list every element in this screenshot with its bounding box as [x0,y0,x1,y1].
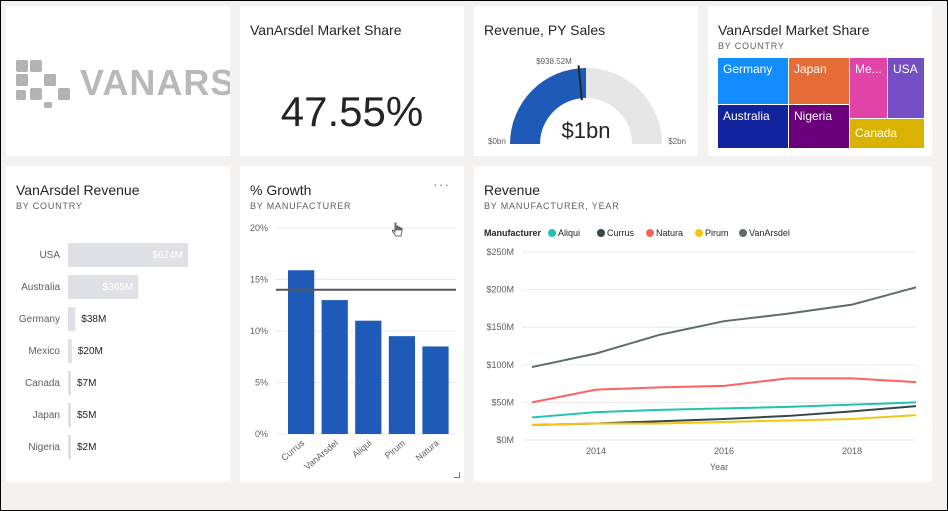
x-axis-label: Year [710,462,728,472]
resize-handle-icon[interactable] [454,472,460,478]
legend-marker [695,229,703,237]
y-tick-label: $150M [486,322,514,332]
x-tick-label: Aliqui [350,438,373,460]
country-label: Japan [33,410,60,421]
country-revenue-tile[interactable]: VanArsdel Revenue BY COUNTRY USA $624M Aus… [6,166,230,482]
treemap-cell-japan[interactable]: Japan [789,58,849,104]
y-tick-label: $100M [486,360,514,370]
legend-label: VanArsdel [749,228,790,238]
legend-marker [597,229,605,237]
revenue-line-chart: Manufacturer Aliqui Currus Natura Pirum VanAr… [484,228,917,472]
gauge-max-label: $2bn [668,137,686,146]
y-tick-label: $50M [491,397,514,407]
treemap-cell-australia[interactable]: Australia [718,105,788,148]
country-value-label: $365M [103,282,134,293]
y-tick-label: 0% [255,429,268,439]
logo-text: VANARSDEL [80,62,230,103]
y-tick-label: 15% [250,275,268,285]
growth-column-chart: 0% 5% 10% 15% 20% CurrusVanArsdel Aliqui Pirum N… [250,223,456,472]
y-tick-label: 5% [255,378,268,388]
growth-bar [388,336,416,434]
country-value-label: $624M [152,250,183,261]
growth-bar [422,346,449,434]
series-line [531,377,917,404]
country-bar [68,371,71,395]
series-line [531,414,917,426]
country-value-label: $20M [78,346,103,357]
revenue-tile[interactable]: Revenue BY MANUFACTURER, YEAR Manufactur… [474,166,932,482]
legend-marker [548,229,556,237]
gauge-chart: $1bn $0bn $2bn $938.52M [488,57,686,146]
x-tick-label: Pirum [383,438,407,461]
x-tick-label: VanArsdel [302,438,340,472]
country-bar [68,435,71,459]
mouse-pointer-icon [392,222,403,237]
treemap-cell-mexico[interactable]: Me... [850,58,887,118]
treemap-subtitle: BY COUNTRY [718,41,785,51]
treemap-cell-germany[interactable]: Germany [718,58,788,104]
legend-label: Natura [656,228,683,238]
x-tick-label: Currus [279,438,306,463]
y-tick-label: $250M [486,247,514,257]
country-bar [68,403,71,427]
card-title: VanArsdel Market Share [250,22,402,38]
country-bar [68,307,76,331]
gauge-min-label: $0bn [488,137,506,146]
x-tick-label: 2014 [586,446,606,456]
treemap-cell-canada[interactable]: Canada [850,119,924,148]
kpi-value: 47.55% [280,88,424,135]
x-tick-label: Natura [414,438,441,463]
logo-tile[interactable]: VANARSDEL [6,6,230,156]
treemap-cell-nigeria[interactable]: Nigeria [789,105,849,148]
legend-title: Manufacturer [484,228,542,238]
gauge-target-label: $938.52M [536,57,572,66]
country-label: Australia [21,282,60,293]
country-value-label: $5M [77,410,96,421]
growth-bar [355,320,382,434]
y-tick-label: $0M [496,435,514,445]
growth-bar [288,270,315,434]
gauge-tile[interactable]: Revenue, PY Sales $1bn $0bn $2bn $938.52… [474,6,698,156]
country-label: Canada [25,378,60,389]
y-tick-label: 20% [250,223,268,233]
country-label: Nigeria [28,442,60,453]
legend-marker [646,229,654,237]
y-tick-label: 10% [250,326,268,336]
legend-marker [739,229,747,237]
treemap-cell-usa[interactable]: USA [888,58,924,118]
x-tick-label: 2018 [842,446,862,456]
country-bar [68,339,72,363]
treemap-tile[interactable]: VanArsdel Market Share BY COUNTRY German… [708,6,932,156]
logo-mark-icon [16,60,78,108]
country-bar-chart: USA $624M Australia $365M Germany $38M Mexico $… [19,243,188,459]
country-label: USA [39,250,60,261]
y-tick-label: $200M [486,285,514,295]
x-tick-label: 2016 [714,446,734,456]
country-value-label: $7M [77,378,96,389]
market-share-card[interactable]: VanArsdel Market Share 47.55% [240,6,464,156]
gauge-center-label: $1bn [562,118,611,143]
country-value-label: $38M [81,314,106,325]
growth-bar [321,300,348,434]
growth-tile[interactable]: % Growth BY MANUFACTURER ··· 0% 5% 10% 15% 2… [240,166,464,482]
legend-label: Pirum [705,228,729,238]
country-label: Germany [19,314,60,325]
country-label: Mexico [28,346,60,357]
treemap-title: VanArsdel Market Share [718,22,870,38]
legend-label: Currus [607,228,635,238]
legend-label: Aliqui [558,228,580,238]
country-value-label: $2M [77,442,96,453]
